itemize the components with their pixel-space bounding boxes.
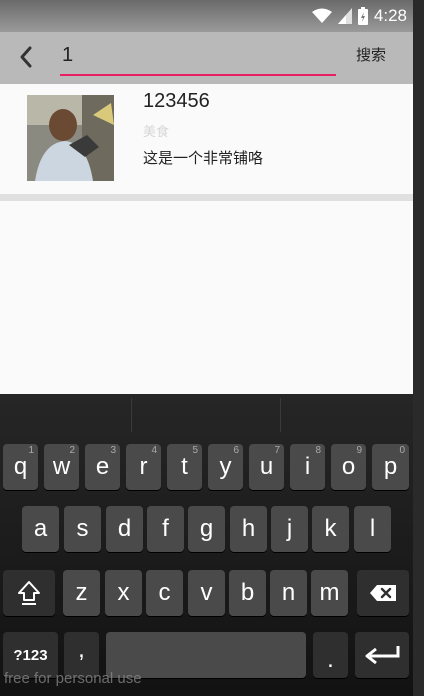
arrow-left-icon bbox=[20, 46, 32, 68]
battery-icon bbox=[357, 7, 368, 25]
key[interactable]: v bbox=[188, 570, 225, 616]
key[interactable]: a bbox=[22, 506, 59, 552]
key[interactable]: u7 bbox=[249, 444, 284, 490]
watermark: free for personal use bbox=[4, 670, 142, 687]
status-bar: 4:28 bbox=[0, 0, 413, 32]
shift-key[interactable] bbox=[3, 570, 55, 616]
suggestion-strip bbox=[0, 394, 413, 436]
back-button[interactable] bbox=[14, 42, 40, 72]
key[interactable]: f bbox=[147, 506, 184, 552]
wifi-icon bbox=[311, 8, 332, 23]
key[interactable]: r4 bbox=[126, 444, 161, 490]
key[interactable]: o9 bbox=[331, 444, 366, 490]
key[interactable]: d bbox=[106, 506, 143, 552]
status-time: 4:28 bbox=[373, 6, 407, 25]
empty-area bbox=[0, 201, 413, 394]
key[interactable]: m bbox=[311, 570, 348, 616]
key[interactable]: c bbox=[146, 570, 183, 616]
key[interactable]: z bbox=[63, 570, 100, 616]
enter-key[interactable] bbox=[355, 632, 409, 678]
key[interactable]: n bbox=[270, 570, 307, 616]
key[interactable]: q1 bbox=[3, 444, 38, 490]
key[interactable]: w2 bbox=[44, 444, 79, 490]
phone-screen: 4:28 搜索 123456 美食 这是一 bbox=[0, 0, 413, 696]
soft-keyboard: q1 w2 e3 r4 t5 y6 u7 i8 o9 p0 a s d f g … bbox=[0, 394, 413, 696]
search-field[interactable] bbox=[60, 38, 338, 76]
key[interactable]: k bbox=[312, 506, 349, 552]
backspace-key[interactable] bbox=[357, 570, 409, 616]
result-list-item[interactable]: 123456 美食 这是一个非常铺咯 bbox=[0, 84, 413, 194]
result-description: 这是一个非常铺咯 bbox=[143, 150, 264, 167]
shift-icon bbox=[18, 581, 40, 605]
key[interactable]: y6 bbox=[208, 444, 243, 490]
key[interactable]: h bbox=[230, 506, 267, 552]
key[interactable]: b bbox=[229, 570, 266, 616]
key[interactable]: j bbox=[271, 506, 308, 552]
search-input[interactable] bbox=[60, 38, 338, 72]
suggestion-divider bbox=[280, 398, 281, 432]
period-key[interactable]: . bbox=[313, 632, 348, 678]
key[interactable]: s bbox=[64, 506, 101, 552]
right-edge bbox=[413, 0, 424, 696]
key[interactable]: g bbox=[188, 506, 225, 552]
key[interactable]: l bbox=[354, 506, 391, 552]
result-thumbnail bbox=[27, 95, 114, 181]
search-button[interactable]: 搜索 bbox=[356, 44, 386, 65]
backspace-icon bbox=[370, 585, 396, 601]
key[interactable]: i8 bbox=[290, 444, 325, 490]
suggestion-divider bbox=[131, 398, 132, 432]
result-category: 美食 bbox=[143, 124, 170, 139]
signal-icon bbox=[337, 8, 352, 24]
key[interactable]: p0 bbox=[372, 444, 409, 490]
key[interactable]: e3 bbox=[85, 444, 120, 490]
key[interactable]: t5 bbox=[167, 444, 202, 490]
result-title: 123456 bbox=[143, 90, 210, 112]
search-app-bar: 搜索 bbox=[0, 32, 413, 84]
search-underline bbox=[60, 74, 336, 76]
list-divider bbox=[0, 194, 413, 201]
enter-icon bbox=[365, 646, 400, 665]
key[interactable]: x bbox=[105, 570, 142, 616]
